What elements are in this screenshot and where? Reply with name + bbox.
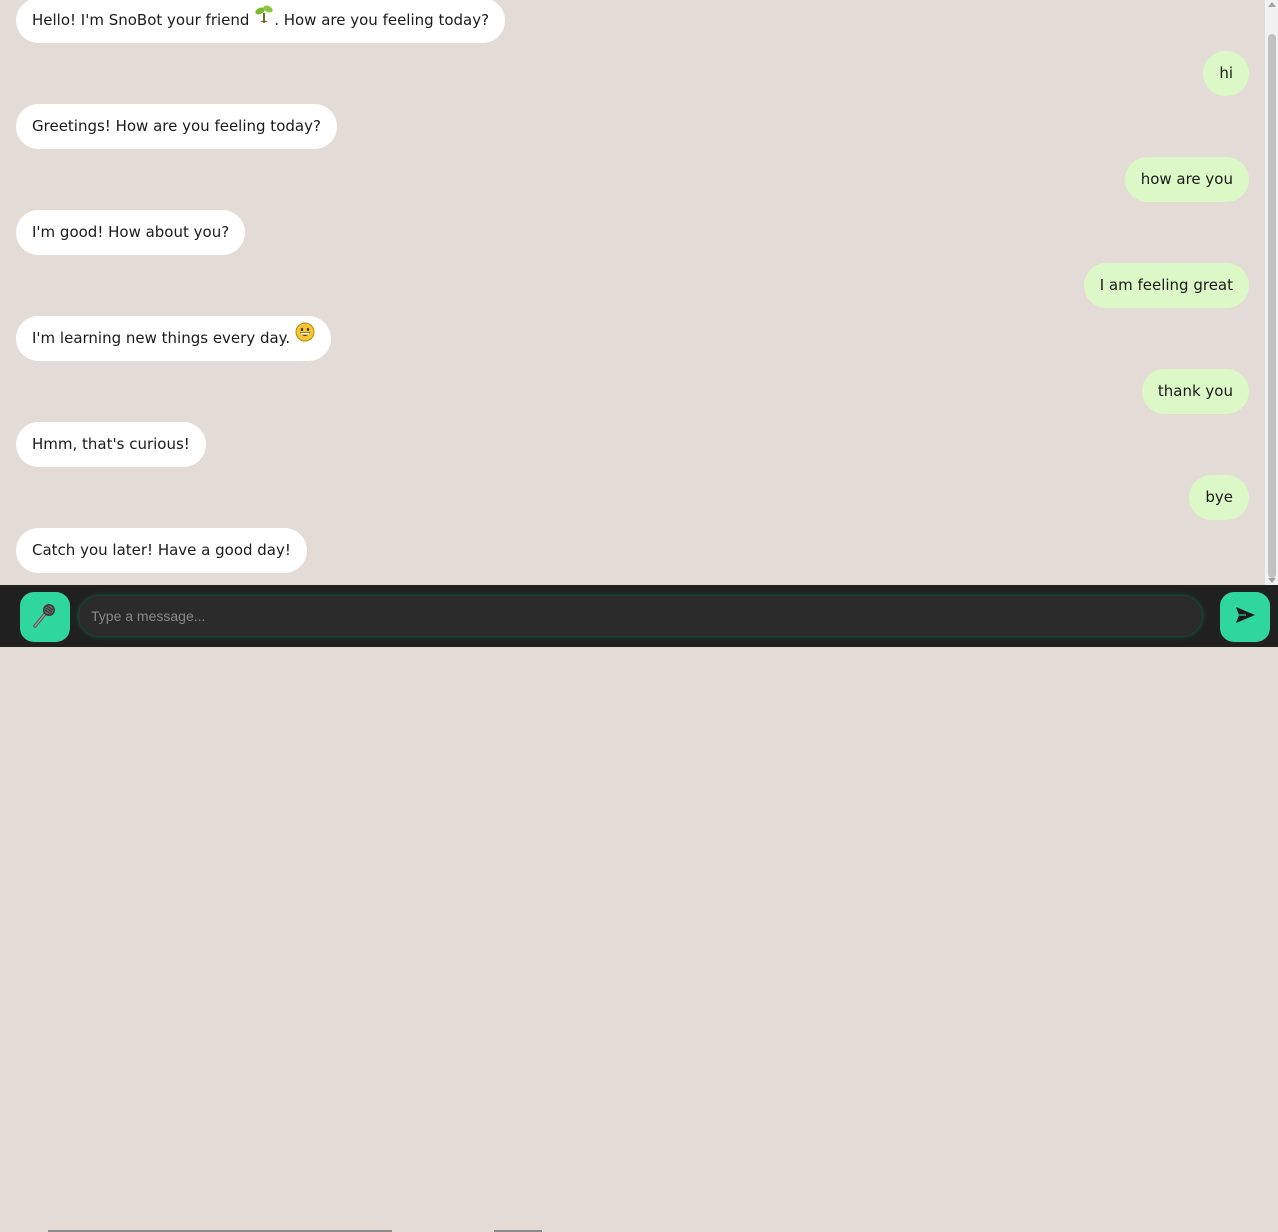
message-text: I'm good! How about you? xyxy=(32,223,230,241)
message-text: how are you xyxy=(1140,170,1233,188)
user-message: how are you xyxy=(1124,157,1249,202)
user-message: bye xyxy=(1189,475,1249,520)
bot-message: Catch you later! Have a good day! xyxy=(16,528,307,573)
message-text: bye xyxy=(1205,488,1233,506)
bot-message: I'm learning new things every day. xyxy=(16,316,331,361)
send-icon xyxy=(1234,604,1256,630)
message-text: Hmm, that's curious! xyxy=(32,435,190,453)
chat-scrollbar[interactable] xyxy=(1265,0,1278,585)
grinning-face-icon xyxy=(295,315,315,360)
scroll-down-icon[interactable] xyxy=(1267,578,1276,583)
message-text: Catch you later! Have a good day! xyxy=(32,541,291,559)
message-text: I am feeling great xyxy=(1099,276,1233,294)
microphone-button[interactable] xyxy=(20,592,70,642)
bot-message: Greetings! How are you feeling today? xyxy=(16,104,337,149)
user-message: thank you xyxy=(1141,369,1249,414)
message-input[interactable] xyxy=(78,595,1203,637)
message-input-bar xyxy=(0,585,1278,1232)
message-text: Greetings! How are you feeling today? xyxy=(32,117,321,135)
scrollbar-thumb[interactable] xyxy=(1268,34,1276,578)
bot-message: Hello! I'm SnoBot your friend . How are … xyxy=(16,0,506,43)
user-message: I am feeling great xyxy=(1083,263,1249,308)
message-text: thank you xyxy=(1157,382,1233,400)
message-text: I'm learning new things every day. xyxy=(32,329,295,347)
sprout-icon xyxy=(254,0,274,42)
message-text: hi xyxy=(1219,64,1233,82)
bot-message: I'm good! How about you? xyxy=(16,210,246,255)
bot-message: Hmm, that's curious! xyxy=(16,422,206,467)
message-text: . How are you feeling today? xyxy=(274,11,490,29)
user-message: hi xyxy=(1203,51,1249,96)
chat-messages-area[interactable]: Hello! I'm SnoBot your friend . How are … xyxy=(0,0,1265,585)
scroll-up-icon[interactable] xyxy=(1267,2,1276,7)
microphone-icon xyxy=(31,601,59,633)
message-text: Hello! I'm SnoBot your friend xyxy=(32,11,255,29)
send-button[interactable] xyxy=(1220,592,1270,642)
